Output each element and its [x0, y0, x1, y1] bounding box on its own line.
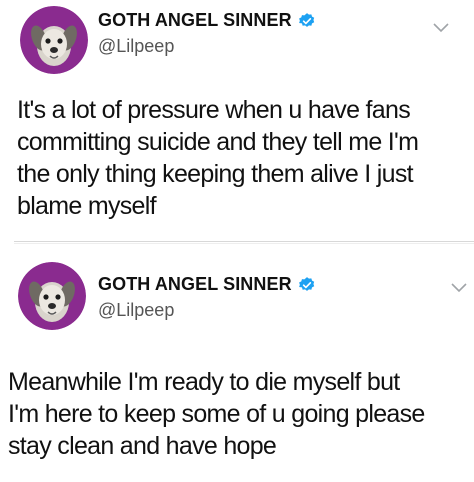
avatar[interactable] — [18, 262, 86, 330]
tweet-text: It's a lot of pressure when u have fans … — [17, 94, 469, 222]
tweet-text-line: the only thing keeping them alive I just — [17, 160, 414, 188]
tweet-text-line: stay clean and have hope — [8, 432, 277, 460]
dog-avatar-icon — [20, 6, 88, 74]
chevron-down-icon[interactable] — [450, 282, 468, 294]
tweet-text: Meanwhile I'm ready to die myself but I'… — [8, 366, 470, 462]
author-name-row: GOTH ANGEL SINNER — [98, 10, 316, 31]
display-name[interactable]: GOTH ANGEL SINNER — [98, 274, 292, 295]
tweet-card: GOTH ANGEL SINNER @Lilpeep Meanwhile I'm… — [0, 252, 474, 482]
verified-badge-icon — [298, 12, 314, 27]
tweet-card: GOTH ANGEL SINNER @Lilpeep It's a lot of… — [0, 0, 474, 240]
author-name-row: GOTH ANGEL SINNER — [98, 274, 316, 295]
tweet-text-line: blame myself — [17, 192, 157, 220]
display-name[interactable]: GOTH ANGEL SINNER — [98, 10, 292, 31]
handle[interactable]: @Lilpeep — [98, 36, 174, 57]
dog-avatar-icon — [18, 262, 86, 330]
tweet-text-line: I'm here to keep some of u going please — [8, 400, 425, 428]
avatar[interactable] — [20, 6, 88, 74]
divider — [14, 243, 474, 244]
tweet-text-line: Meanwhile I'm ready to die myself but — [8, 368, 400, 396]
divider — [14, 241, 474, 242]
tweet-text-line: committing suicide and they tell me I'm — [17, 128, 419, 156]
verified-badge-icon — [298, 276, 314, 291]
tweet-text-line: It's a lot of pressure when u have fans — [17, 96, 411, 124]
chevron-down-icon[interactable] — [432, 22, 450, 34]
handle[interactable]: @Lilpeep — [98, 300, 174, 321]
